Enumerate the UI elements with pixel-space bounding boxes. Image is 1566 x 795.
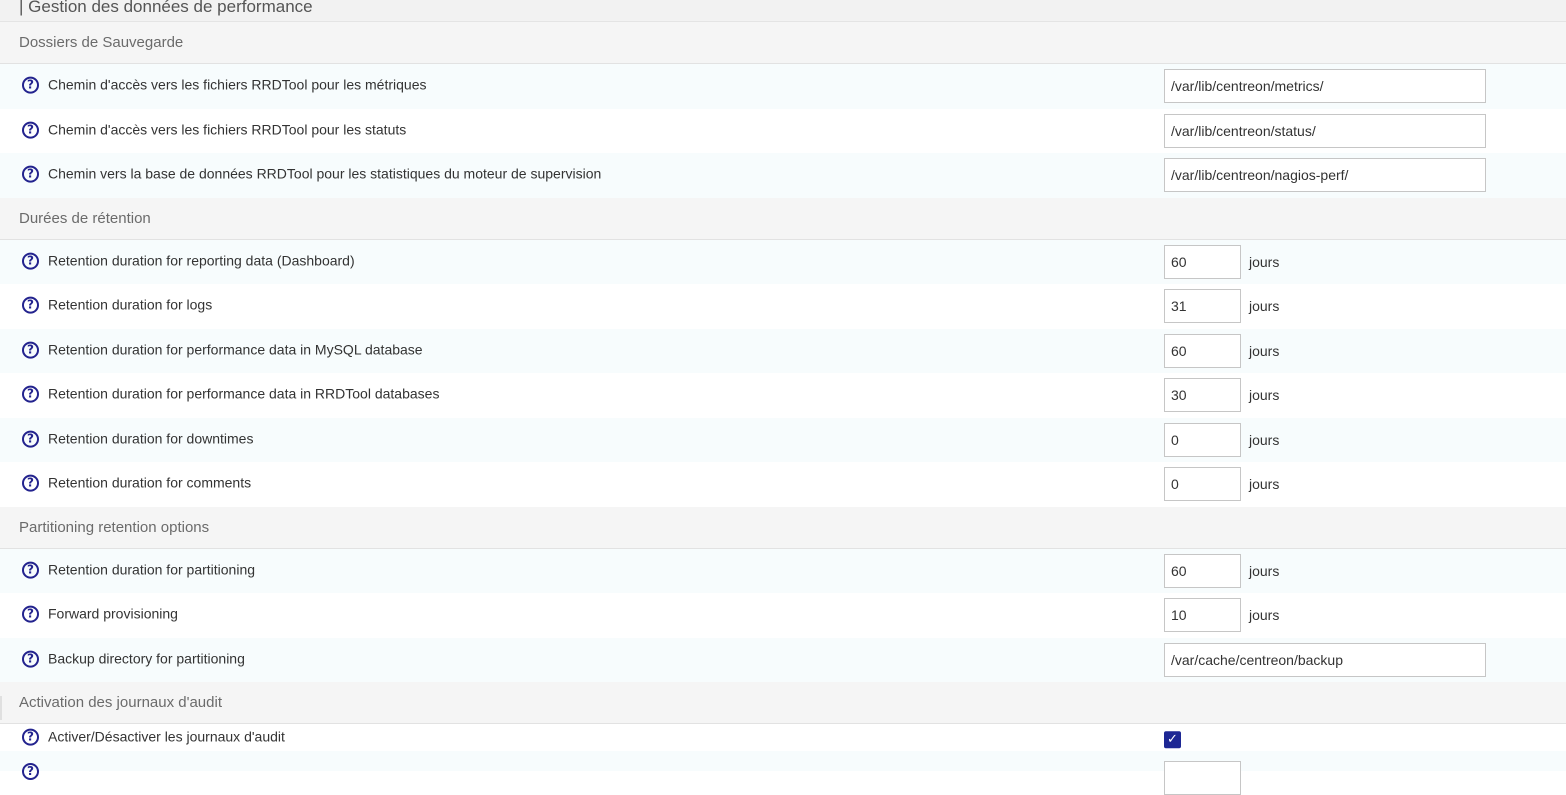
form-row-retention-downtimes: ? Retention duration for downtimes jours <box>0 417 1566 462</box>
forward-provisioning-input[interactable] <box>1164 598 1241 633</box>
form-row-retention-logs: ? Retention duration for logs jours <box>0 284 1566 329</box>
scroll-edge <box>0 696 2 720</box>
help-icon[interactable]: ? <box>22 474 39 492</box>
help-icon[interactable]: ? <box>22 561 39 579</box>
unit-label: jours <box>1249 342 1280 359</box>
unit-label: jours <box>1249 476 1280 493</box>
help-icon[interactable]: ? <box>22 728 39 746</box>
section-header-retention: Durées de rétention <box>0 197 1566 240</box>
unit-label: jours <box>1249 387 1280 404</box>
form-row-retention-reporting: ? Retention duration for reporting data … <box>0 239 1566 284</box>
form-row-forward-provisioning: ? Forward provisioning jours <box>0 593 1566 638</box>
help-icon[interactable]: ? <box>22 341 39 359</box>
retention-partitioning-input[interactable] <box>1164 553 1241 588</box>
form-row-metrics-path: ? Chemin d'accès vers les fichiers RRDTo… <box>0 64 1566 109</box>
field-label: Retention duration for logs <box>48 296 213 313</box>
unit-label: jours <box>1249 298 1280 315</box>
field-label: Backup directory for partitioning <box>48 650 245 667</box>
field-label: Chemin vers la base de données RRDTool p… <box>48 165 602 182</box>
backup-directory-input[interactable] <box>1164 642 1486 677</box>
help-icon[interactable]: ? <box>22 763 39 780</box>
help-icon[interactable]: ? <box>22 296 39 314</box>
field-label: Activer/Désactiver les journaux d'audit <box>48 727 285 744</box>
unit-label: jours <box>1249 562 1280 579</box>
form-row-audit-toggle: ? Activer/Désactiver les journaux d'audi… <box>0 724 1566 751</box>
checkmark-icon: ✓ <box>1167 731 1178 747</box>
retention-rrdtool-input[interactable] <box>1164 378 1241 413</box>
field-label: Forward provisioning <box>48 605 178 622</box>
page-title: | Gestion des données de performance <box>0 0 1566 22</box>
help-icon[interactable]: ? <box>22 605 39 623</box>
form-row-status-path: ? Chemin d'accès vers les fichiers RRDTo… <box>0 108 1566 153</box>
form-row-backup-directory: ? Backup directory for partitioning <box>0 637 1566 682</box>
section-header-audit-logs: Activation des journaux d'audit <box>0 682 1566 724</box>
status-path-input[interactable] <box>1164 113 1486 148</box>
partial-input[interactable] <box>1164 761 1241 795</box>
retention-logs-input[interactable] <box>1164 289 1241 324</box>
engine-stats-path-input[interactable] <box>1164 158 1486 193</box>
form-row-retention-rrdtool: ? Retention duration for performance dat… <box>0 373 1566 418</box>
audit-logs-checkbox[interactable]: ✓ <box>1164 730 1181 748</box>
field-label: Chemin d'accès vers les fichiers RRDTool… <box>48 76 427 93</box>
form-row-retention-partitioning: ? Retention duration for partitioning jo… <box>0 548 1566 593</box>
help-icon[interactable]: ? <box>22 252 39 270</box>
field-label: Retention duration for performance data … <box>48 341 423 358</box>
help-icon[interactable]: ? <box>22 430 39 448</box>
retention-comments-input[interactable] <box>1164 467 1241 502</box>
help-icon[interactable]: ? <box>22 121 39 139</box>
help-icon[interactable]: ? <box>22 76 39 94</box>
help-icon[interactable]: ? <box>22 650 39 668</box>
form-row-retention-mysql: ? Retention duration for performance dat… <box>0 328 1566 373</box>
unit-label: jours <box>1249 253 1280 270</box>
retention-downtimes-input[interactable] <box>1164 422 1241 457</box>
unit-label: jours <box>1249 431 1280 448</box>
retention-mysql-input[interactable] <box>1164 333 1241 368</box>
field-label: Retention duration for reporting data (D… <box>48 252 355 269</box>
field-label: Chemin d'accès vers les fichiers RRDTool… <box>48 121 407 138</box>
field-label: Retention duration for downtimes <box>48 430 254 447</box>
field-label: Retention duration for performance data … <box>48 385 440 402</box>
form-row-retention-comments: ? Retention duration for comments jours <box>0 462 1566 507</box>
retention-reporting-input[interactable] <box>1164 244 1241 279</box>
unit-label: jours <box>1249 607 1280 624</box>
field-label: Retention duration for partitioning <box>48 561 256 578</box>
form-row-engine-stats-path: ? Chemin vers la base de données RRDTool… <box>0 153 1566 198</box>
help-icon[interactable]: ? <box>22 385 39 403</box>
section-header-partitioning: Partitioning retention options <box>0 506 1566 549</box>
field-label: Retention duration for comments <box>48 474 252 491</box>
help-icon[interactable]: ? <box>22 165 39 183</box>
form-row-partial: ? <box>0 751 1566 795</box>
section-header-backup-folders: Dossiers de Sauvegarde <box>0 22 1566 64</box>
metrics-path-input[interactable] <box>1164 69 1486 104</box>
